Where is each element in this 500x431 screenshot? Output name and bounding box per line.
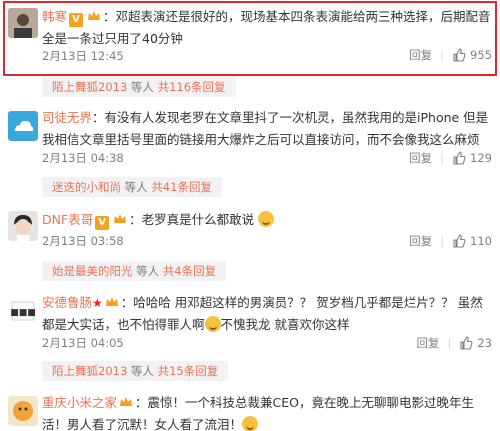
like-count: 23: [477, 336, 492, 350]
like-icon[interactable]: [452, 151, 466, 165]
reply-summary-bar[interactable]: 始是最美的阳光 等人 共4条回复: [42, 261, 227, 281]
reply-count[interactable]: 共4条回复: [163, 264, 216, 278]
reply-button[interactable]: 回复: [416, 335, 439, 351]
reply-button[interactable]: 回复: [409, 47, 432, 63]
like-icon[interactable]: [452, 48, 466, 62]
like-count: 110: [470, 234, 492, 248]
comment-text: ：邓超表演还是很好的，现场基本四条表演能给两三种选择，后期配音全是一条过只用了4…: [42, 9, 491, 46]
star-icon: ★: [92, 296, 103, 310]
emoji-icon: [242, 416, 259, 431]
avatar[interactable]: [8, 8, 38, 38]
laughing-emoji-icon: [258, 211, 275, 227]
username[interactable]: 安德鲁肠: [42, 295, 92, 310]
smile-emoji-icon: [204, 316, 221, 332]
verified-icon: V: [69, 13, 84, 27]
comment-date: 2月13日 04:38: [42, 151, 124, 165]
avatar[interactable]: [8, 111, 38, 141]
reply-summary-bar[interactable]: 迷迭的小和尚 等人 共41条回复: [42, 177, 222, 197]
reply-button[interactable]: 回复: [409, 150, 432, 166]
username[interactable]: DNF表哥: [42, 212, 93, 227]
reply-user[interactable]: 迷迭的小和尚: [52, 180, 121, 194]
comment-text: ：有没有人发现老罗在文章里抖了一次机灵，虽然我用的是iPhone 但是我相信文章…: [42, 110, 489, 147]
reply-summary-bar[interactable]: 陌上舞狐2013 等人 共15条回复: [42, 361, 229, 381]
reply-button[interactable]: 回复: [409, 233, 432, 249]
comment-date: 2月13日 03:58: [42, 234, 124, 248]
reply-user[interactable]: 陌上舞狐2013: [52, 80, 127, 94]
comment-date: 2月13日 12:45: [42, 49, 124, 63]
reply-count[interactable]: 共15条回复: [158, 364, 219, 378]
crown-icon: [88, 11, 101, 20]
avatar[interactable]: [8, 396, 38, 426]
like-icon[interactable]: [452, 234, 466, 248]
reply-count[interactable]: 共116条回复: [158, 80, 226, 94]
like-count: 129: [470, 151, 492, 165]
reply-summary-bar[interactable]: 陌上舞狐2013 等人 共116条回复: [42, 77, 236, 97]
verified-icon: V: [95, 216, 110, 230]
avatar[interactable]: ■■■: [8, 296, 38, 326]
comment-text: ：老罗真是什么都敢说: [129, 212, 255, 227]
like-count: 955: [470, 48, 492, 62]
username[interactable]: 重庆小米之家: [42, 395, 117, 410]
crown-icon: [105, 297, 118, 306]
crown-icon: [120, 397, 133, 406]
comment-date: 2月13日 04:05: [42, 336, 124, 350]
username[interactable]: 司徒无界: [42, 110, 92, 125]
svg-text:■■■: ■■■: [10, 308, 36, 318]
avatar[interactable]: [8, 211, 38, 241]
reply-user[interactable]: 陌上舞狐2013: [52, 364, 127, 378]
reply-count[interactable]: 共41条回复: [151, 180, 212, 194]
crown-icon: [114, 214, 127, 223]
like-icon[interactable]: [459, 336, 473, 350]
reply-user[interactable]: 始是最美的阳光: [52, 264, 133, 278]
comment-text-2: 不愧我龙 就喜欢你这样: [220, 317, 350, 332]
username[interactable]: 韩寒: [42, 9, 67, 24]
